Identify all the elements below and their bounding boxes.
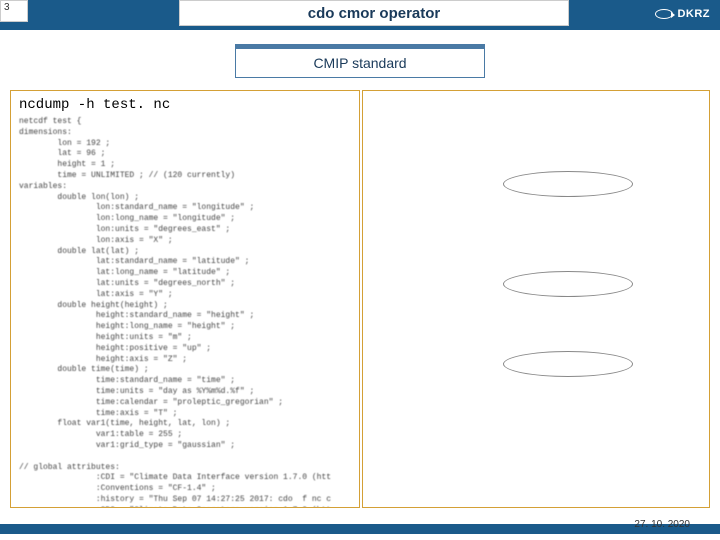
slide-number: 3 <box>0 0 28 22</box>
panels: ncdump -h test. nc netcdf test { dimensi… <box>10 90 710 508</box>
title-container: cdo cmor operator <box>28 0 720 30</box>
top-bar: 3 cdo cmor operator DKRZ <box>0 0 720 30</box>
slide-title: cdo cmor operator <box>179 0 569 26</box>
cmip-tab: CMIP standard <box>235 48 485 78</box>
dkrz-logo: DKRZ <box>655 4 710 24</box>
logo-icon <box>655 9 673 19</box>
footer-date: 27. 10. 2020 <box>634 519 690 530</box>
footer: 27. 10. 2020 <box>0 518 720 540</box>
ncdump-output: netcdf test { dimensions: lon = 192 ; la… <box>11 117 359 508</box>
footer-bar <box>0 524 720 534</box>
ellipse-1 <box>503 171 633 197</box>
logo-text: DKRZ <box>677 8 710 20</box>
right-panel <box>362 90 710 508</box>
ellipse-3 <box>503 351 633 377</box>
ncdump-command: ncdump -h test. nc <box>11 91 359 117</box>
ellipse-2 <box>503 271 633 297</box>
left-panel: ncdump -h test. nc netcdf test { dimensi… <box>10 90 360 508</box>
